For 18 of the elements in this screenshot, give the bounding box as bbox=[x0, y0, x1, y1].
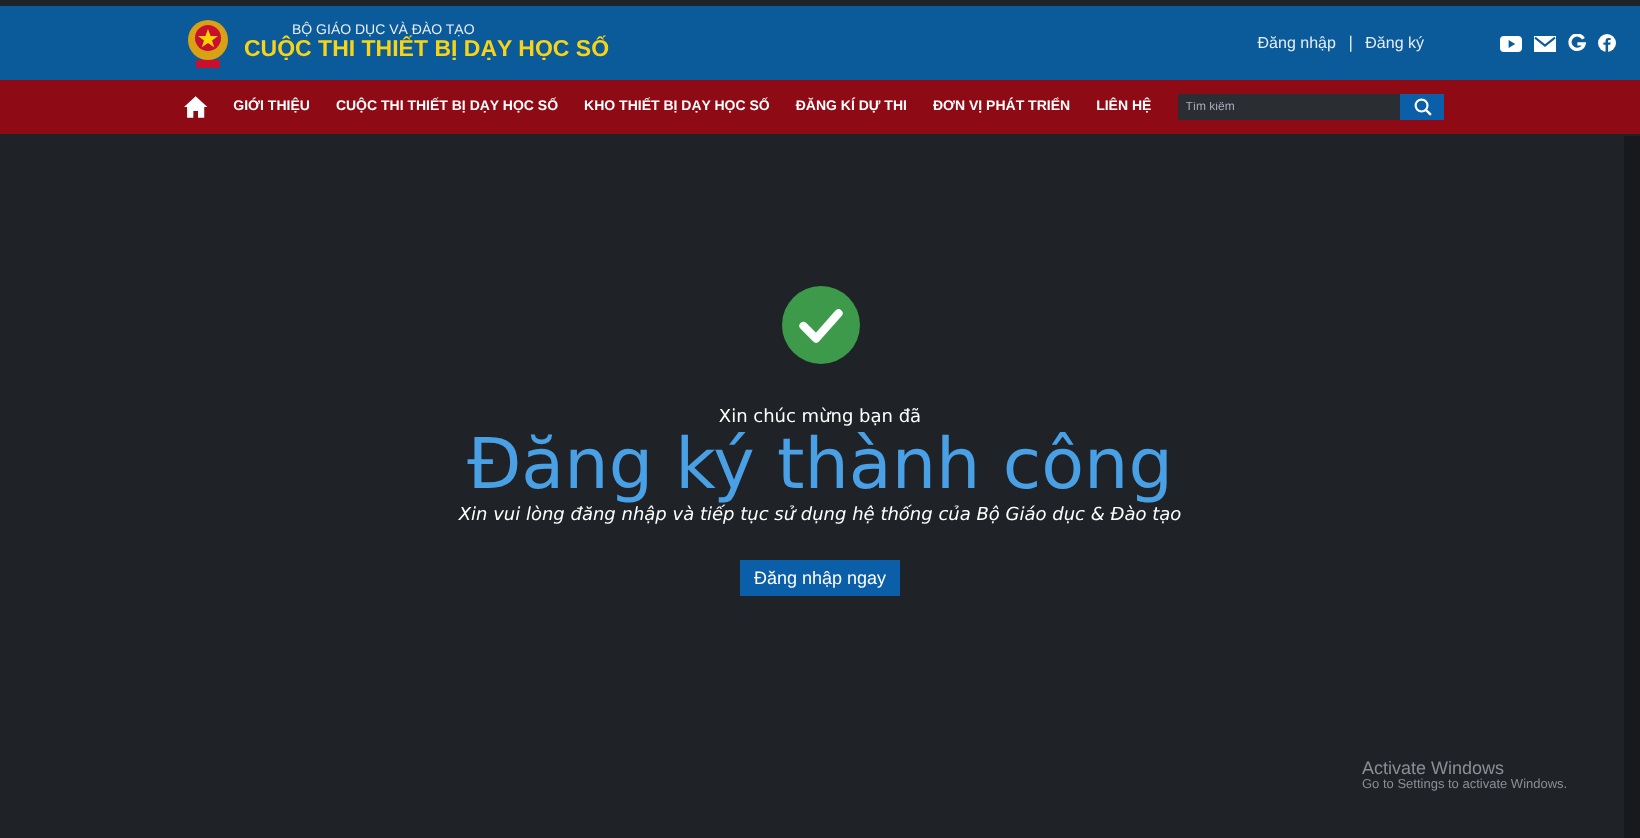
success-headline: Đăng ký thành công bbox=[467, 428, 1173, 505]
checkmark-icon bbox=[781, 286, 859, 364]
greeting-text: Xin chúc mừng bạn đã bbox=[718, 408, 922, 428]
site-title: CUỘC THI THIẾT BỊ DẠY HỌC SỐ bbox=[244, 38, 610, 62]
activation-title: Activate Windows bbox=[1362, 758, 1507, 778]
register-link[interactable]: Đăng ký bbox=[1365, 34, 1424, 52]
search-button[interactable] bbox=[1400, 94, 1444, 120]
emblem-icon bbox=[184, 17, 232, 69]
instruction-text: Xin vui lòng đăng nhập và tiếp tục sử dụng hệ thống của Bộ Giáo dục & Đào tạo bbox=[458, 505, 1182, 525]
home-icon[interactable] bbox=[184, 96, 208, 118]
login-link[interactable]: Đăng nhập bbox=[1257, 34, 1336, 52]
letter-g-icon[interactable] bbox=[1568, 34, 1586, 52]
mail-icon[interactable] bbox=[1534, 35, 1556, 51]
link-separator: | bbox=[1347, 34, 1354, 52]
search-icon bbox=[1413, 98, 1431, 116]
video-play-icon[interactable] bbox=[1500, 35, 1522, 51]
login-now-button[interactable]: Đăng nhập ngay bbox=[739, 559, 901, 595]
facebook-icon[interactable] bbox=[1598, 34, 1616, 52]
